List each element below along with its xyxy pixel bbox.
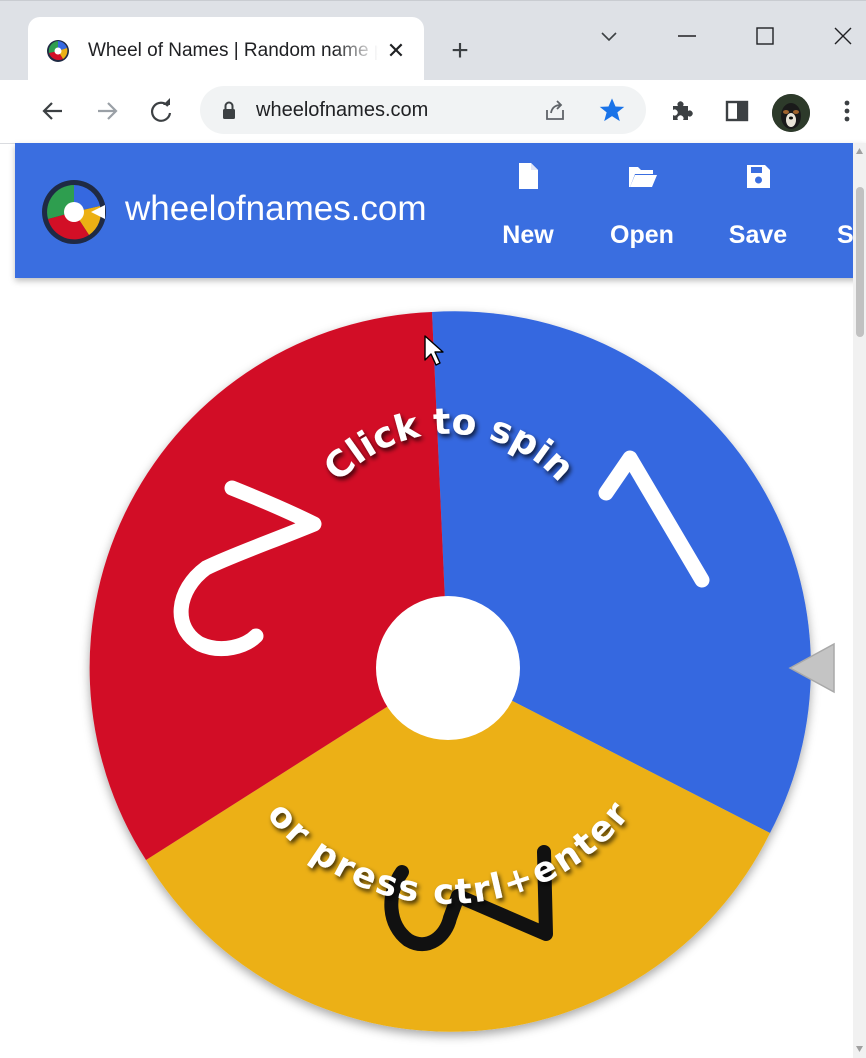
share-icon[interactable] — [542, 98, 568, 124]
save-label: Save — [728, 221, 788, 249]
tab-strip: Wheel of Names | Random name picker ✕ + — [0, 0, 866, 81]
avatar[interactable] — [772, 94, 810, 132]
save-icon — [747, 165, 770, 188]
side-panel-icon[interactable] — [720, 94, 754, 128]
scroll-up-icon[interactable] — [855, 147, 864, 155]
extensions-icon[interactable] — [664, 94, 698, 128]
star-icon[interactable] — [598, 96, 626, 124]
open-label: Open — [610, 221, 674, 249]
browser-tab[interactable]: Wheel of Names | Random name picker ✕ — [28, 17, 424, 81]
lock-icon[interactable] — [220, 100, 238, 120]
new-button[interactable]: New — [493, 161, 563, 261]
minimize-icon[interactable] — [672, 21, 702, 51]
file-icon — [519, 163, 538, 189]
brand-name[interactable]: wheelofnames.com — [125, 189, 427, 229]
forward-arrow-icon[interactable] — [90, 94, 124, 128]
chevron-down-icon[interactable] — [594, 21, 624, 51]
tab-title: Wheel of Names | Random name picker — [88, 40, 378, 61]
maximize-icon[interactable] — [750, 21, 780, 51]
save-button[interactable]: Save — [721, 161, 795, 261]
wheel-area: Click to spin or press ctrl+enter — [89, 311, 835, 1032]
folder-open-icon — [629, 167, 657, 187]
app-header: wheelofnames.com New Open Save S — [15, 143, 866, 278]
new-label: New — [502, 221, 554, 249]
address-bar[interactable]: wheelofnames.com — [200, 86, 646, 134]
logo-icon[interactable] — [41, 179, 107, 245]
avatar-dog-icon — [772, 94, 810, 132]
wheel-center[interactable] — [376, 596, 520, 740]
plus-icon[interactable]: + — [446, 36, 474, 66]
more-vertical-icon[interactable] — [830, 94, 864, 128]
browser-toolbar: wheelofnames.com — [0, 80, 866, 144]
favicon-icon — [47, 40, 69, 62]
reload-icon[interactable] — [144, 94, 178, 128]
url-text: wheelofnames.com — [256, 99, 429, 121]
close-icon[interactable]: ✕ — [382, 37, 410, 65]
close-window-icon[interactable] — [828, 21, 858, 51]
open-button[interactable]: Open — [603, 161, 681, 261]
back-arrow-icon[interactable] — [36, 94, 70, 128]
